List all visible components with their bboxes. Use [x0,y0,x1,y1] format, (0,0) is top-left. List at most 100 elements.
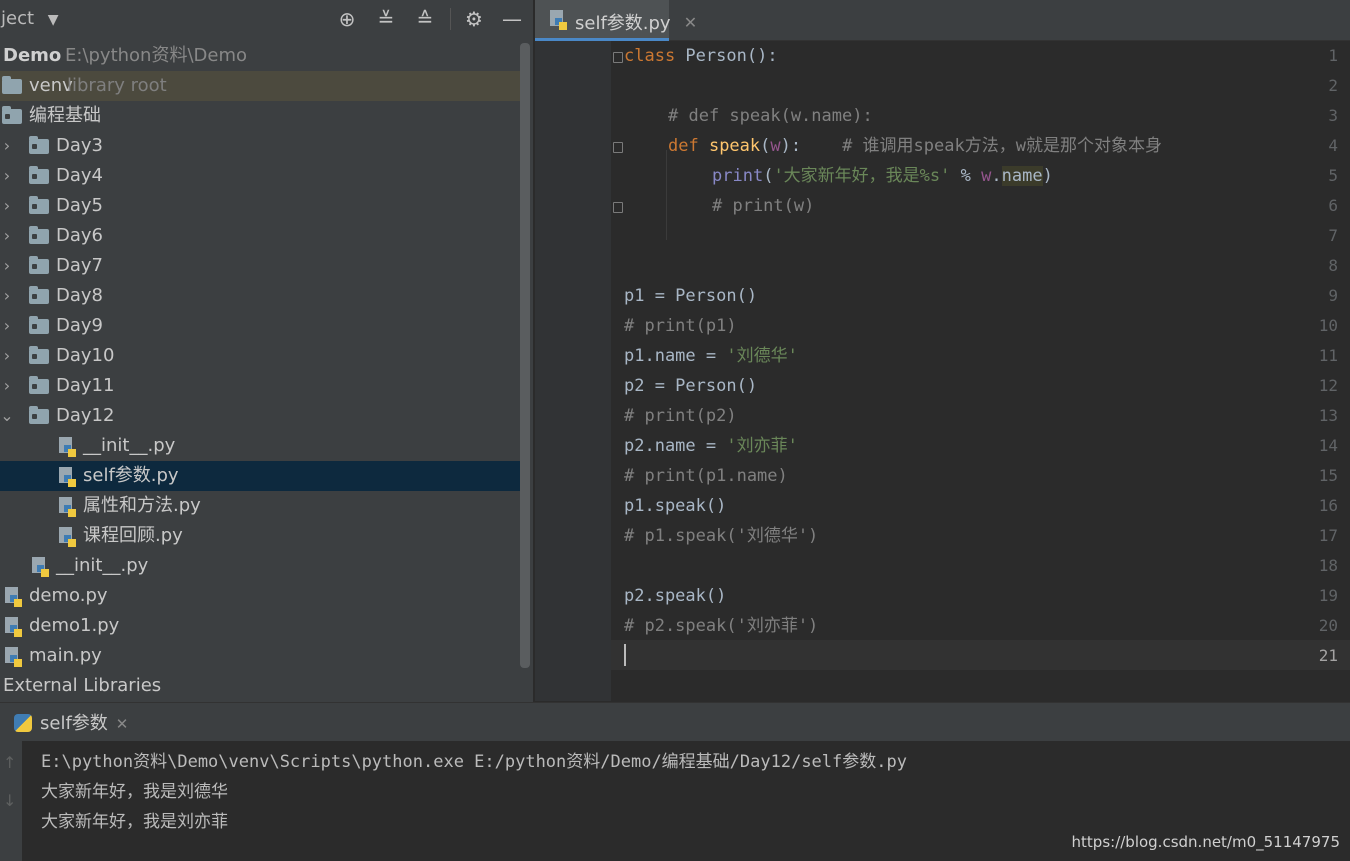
line-number: 7 [1328,226,1338,245]
close-icon[interactable]: ✕ [684,13,697,32]
code-line: p1 = Person() [624,286,758,306]
locate-icon[interactable]: ⊕ [335,7,359,31]
minimize-icon[interactable]: — [500,7,524,31]
day-label: Day8 [56,285,103,306]
tab-self-params[interactable]: self参数.py ✕ [535,0,697,41]
tree-item-file[interactable]: demo1.py [0,611,520,641]
tree-item-venv[interactable]: venv library root [0,71,520,101]
tree-item-file[interactable]: __init__.py [0,431,520,461]
line-number: 11 [1318,346,1338,365]
python-file-icon [32,557,49,577]
console-output-line: 大家新年好，我是刘亦菲 [41,812,228,832]
line-number: 14 [1318,436,1338,455]
tree-item-root[interactable]: Demo E:\python资料\Demo [0,41,520,71]
code-line: # print(p1) [624,316,737,336]
chevron-right-icon[interactable]: › [0,251,14,281]
tree-item-day[interactable]: › Day9 [0,311,520,341]
chevron-right-icon[interactable]: › [0,221,14,251]
tree-item-file[interactable]: demo.py [0,581,520,611]
folder-icon [2,106,22,124]
line-number: 12 [1318,376,1338,395]
tree-item-day[interactable]: › Day3 [0,131,520,161]
tree-item-file-selected[interactable]: self参数.py [0,461,520,491]
current-line-highlight [611,640,1350,670]
project-panel: oject ▼ ⊕ ≚ ≙ ⚙ — Demo E:\python资料\Demo … [0,0,533,702]
chevron-down-icon[interactable]: ⌄ [0,401,14,431]
chevron-right-icon[interactable]: › [0,161,14,191]
tree-item-day[interactable]: › Day8 [0,281,520,311]
chevron-right-icon[interactable]: › [0,131,14,161]
chevron-right-icon[interactable]: › [0,311,14,341]
project-view-selector[interactable]: oject ▼ [0,8,59,29]
python-file-icon [5,617,22,637]
code-line: p2 = Person() [624,376,758,396]
line-number: 16 [1318,496,1338,515]
tree-scrollbar[interactable] [520,43,530,668]
run-tab[interactable]: self参数 ✕ [14,709,128,735]
chevron-right-icon[interactable]: › [0,281,14,311]
project-header: oject ▼ ⊕ ≚ ≙ ⚙ — [0,0,533,40]
line-number-gutter [535,41,611,701]
line-number: 2 [1328,76,1338,95]
line-number: 19 [1318,586,1338,605]
tree-item-day[interactable]: › Day7 [0,251,520,281]
python-file-icon [59,497,76,517]
line-number: 18 [1318,556,1338,575]
line-number: 10 [1318,316,1338,335]
tree-item-file[interactable]: 属性和方法.py [0,491,520,521]
folder-icon [29,376,49,394]
tree-item-day[interactable]: › Day11 [0,371,520,401]
run-toolbar: ↑ ↓ [0,741,22,861]
line-number: 4 [1328,136,1338,155]
fold-marker-icon[interactable] [613,52,623,63]
code-editor[interactable]: 1 2 3 4 5 6 7 8 9 10 11 12 13 14 15 16 1… [535,41,1350,701]
tree-item-day[interactable]: › Day10 [0,341,520,371]
day-label: Day7 [56,255,103,276]
tree-item-file[interactable]: main.py [0,641,520,671]
close-icon[interactable]: ✕ [116,715,129,733]
code-line: # print(p1.name) [624,466,788,486]
line-number: 5 [1328,166,1338,185]
folder-label: 编程基础 [29,105,101,126]
code-line: # def speak(w.name): [668,106,873,126]
divider [450,8,451,30]
watermark: https://blog.csdn.net/m0_51147975 [1071,833,1340,851]
folder-icon [29,286,49,304]
expand-all-icon[interactable]: ≚ [374,7,398,31]
tree-item-file[interactable]: __init__.py [0,551,520,581]
chevron-right-icon[interactable]: › [0,191,14,221]
line-number: 17 [1318,526,1338,545]
code-line: class Person(): [624,46,778,66]
file-label: __init__.py [83,435,176,456]
chevron-right-icon[interactable]: › [0,341,14,371]
folder-icon [29,406,49,424]
tree-item-day[interactable]: › Day4 [0,161,520,191]
chevron-right-icon[interactable]: › [0,371,14,401]
chevron-down-icon: ▼ [47,12,59,28]
run-panel: self参数 ✕ ↑ ↓ E:\python资料\Demo\venv\Script… [0,702,1350,861]
arrow-down-icon[interactable]: ↓ [3,791,16,810]
tree-item-day12[interactable]: ⌄ Day12 [0,401,520,431]
tree-item-day[interactable]: › Day6 [0,221,520,251]
tree-item-file[interactable]: 课程回顾.py [0,521,520,551]
code-line: print('大家新年好，我是%s' % w.name) [712,166,1053,186]
tree-item-external-libraries[interactable]: External Libraries [0,671,520,701]
code-line: # p2.speak('刘亦菲') [624,616,819,636]
fold-marker-icon[interactable] [613,142,623,153]
file-label: __init__.py [56,555,149,576]
collapse-all-icon[interactable]: ≙ [413,7,437,31]
file-label: demo.py [29,585,108,606]
arrow-up-icon[interactable]: ↑ [3,753,16,772]
tree-item-day[interactable]: › Day5 [0,191,520,221]
python-file-icon [5,647,22,667]
editor-tab-bar: self参数.py ✕ [535,0,1350,41]
day-label: Day11 [56,375,115,396]
day-label: Day6 [56,225,103,246]
gear-icon[interactable]: ⚙ [462,7,486,31]
day-label: Day12 [56,405,115,426]
indent-guide [666,150,667,240]
fold-marker-icon[interactable] [613,202,623,213]
folder-icon [29,256,49,274]
file-label: demo1.py [29,615,120,636]
tree-item-folder[interactable]: 编程基础 [0,101,520,131]
